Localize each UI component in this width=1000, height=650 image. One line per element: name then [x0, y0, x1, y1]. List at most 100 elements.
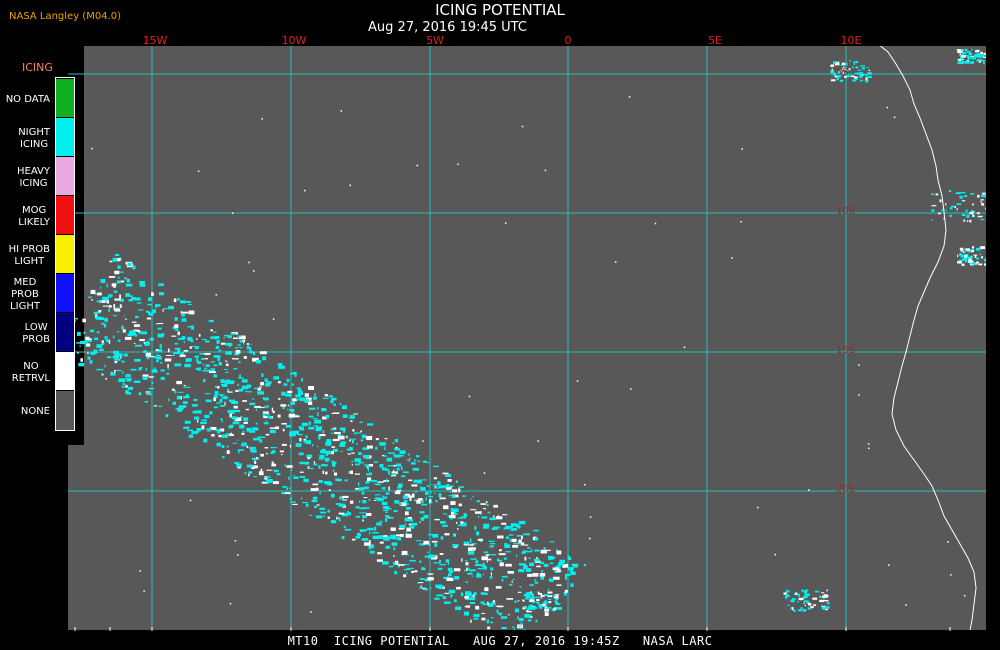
- icing-pixel: [487, 511, 491, 514]
- icing-pixel: [273, 469, 279, 473]
- icing-pixel: [174, 363, 182, 367]
- legend-swatch-mog-likely: [56, 195, 74, 234]
- icing-pixel: [375, 497, 382, 501]
- icing-pixel: [301, 497, 303, 500]
- icing-pixel: [977, 58, 981, 62]
- icing-pixel: [982, 192, 986, 195]
- icing-pixel: [349, 184, 352, 187]
- icing-pixel: [533, 529, 540, 532]
- legend-label-no-retrvl: NO RETRVL: [11, 360, 50, 384]
- icing-pixel: [88, 296, 93, 298]
- lon-label-15w: 15W: [142, 34, 168, 47]
- icing-pixel: [795, 592, 798, 596]
- icing-pixel: [176, 380, 182, 385]
- icing-pixel: [239, 424, 245, 429]
- icing-pixel: [242, 339, 246, 343]
- icing-pixel: [456, 586, 461, 590]
- icing-pixel: [400, 466, 403, 471]
- icing-pixel: [866, 67, 869, 69]
- icing-pixel: [337, 517, 341, 520]
- icing-pixel: [409, 559, 416, 562]
- icing-pixel: [175, 407, 181, 410]
- icing-pixel: [313, 396, 317, 400]
- icing-pixel: [517, 600, 520, 602]
- icing-pixel: [314, 505, 318, 508]
- icing-pixel: [252, 398, 254, 400]
- icing-pixel: [970, 262, 973, 264]
- icing-pixel: [269, 427, 277, 429]
- icing-pixel: [970, 193, 975, 195]
- icing-pixel: [526, 568, 529, 572]
- icing-pixel: [520, 542, 525, 546]
- icing-pixel: [289, 497, 292, 500]
- icing-pixel: [173, 351, 180, 355]
- icing-pixel: [559, 559, 566, 563]
- icing-pixel: [492, 526, 500, 529]
- icing-pixel: [146, 311, 151, 314]
- icing-pixel: [414, 570, 418, 573]
- icing-pixel: [476, 606, 479, 609]
- icing-pixel: [464, 559, 468, 562]
- icing-pixel: [858, 394, 860, 396]
- icing-pixel: [225, 363, 229, 367]
- icing-pixel: [474, 511, 482, 514]
- icing-pixel: [299, 438, 302, 442]
- icing-pixel: [214, 391, 219, 395]
- icing-pixel: [359, 512, 366, 514]
- icing-pixel: [553, 607, 556, 611]
- icing-pixel: [976, 212, 980, 215]
- icing-pixel: [976, 59, 978, 62]
- icing-pixel: [851, 66, 854, 69]
- icing-pixel: [365, 480, 370, 484]
- icing-pixel: [981, 256, 983, 258]
- footer-caption: MT10 ICING POTENTIAL AUG 27, 2016 19:45Z…: [287, 634, 713, 648]
- icing-pixel: [956, 207, 958, 211]
- icing-pixel: [534, 581, 539, 584]
- icing-pixel: [167, 348, 170, 353]
- icing-pixel: [558, 562, 565, 566]
- icing-pixel: [233, 405, 238, 409]
- icing-pixel: [983, 61, 985, 65]
- icing-pixel: [173, 298, 177, 303]
- icing-pixel: [435, 500, 438, 503]
- icing-pixel: [501, 627, 507, 630]
- icing-pixel: [443, 505, 449, 510]
- icing-pixel: [368, 531, 371, 535]
- icing-pixel: [79, 345, 81, 347]
- icing-pixel: [358, 500, 361, 503]
- icing-pixel: [271, 407, 274, 412]
- icing-pixel: [318, 479, 323, 484]
- icing-pixel: [165, 414, 169, 418]
- icing-pixel: [175, 328, 179, 331]
- icing-pixel: [384, 438, 388, 440]
- icing-pixel: [386, 457, 393, 462]
- icing-pixel: [189, 337, 193, 339]
- icing-pixel: [347, 453, 351, 455]
- icing-pixel: [226, 379, 230, 381]
- icing-pixel: [491, 601, 493, 605]
- icing-pixel: [298, 426, 301, 429]
- icing-pixel: [471, 543, 477, 545]
- icing-pixel: [159, 344, 162, 349]
- icing-pixel: [446, 484, 450, 488]
- icing-pixel: [155, 304, 161, 306]
- icing-pixel: [452, 533, 456, 537]
- icing-pixel: [521, 125, 524, 128]
- icing-pixel: [295, 415, 300, 418]
- icing-pixel: [409, 525, 415, 529]
- icing-pixel: [527, 610, 532, 613]
- icing-pixel: [220, 393, 223, 397]
- icing-pixel: [242, 400, 247, 402]
- icing-pixel: [367, 527, 374, 531]
- icing-pixel: [240, 444, 247, 447]
- icing-pixel: [215, 294, 218, 296]
- icing-pixel: [237, 335, 241, 338]
- icing-pixel: [172, 401, 177, 405]
- icing-pixel: [190, 339, 194, 343]
- icing-pixel: [949, 214, 953, 217]
- icing-pixel: [852, 79, 857, 82]
- icing-pixel: [239, 374, 241, 378]
- icing-pixel: [354, 432, 357, 435]
- icing-pixel: [407, 453, 410, 456]
- icing-pixel: [803, 600, 809, 603]
